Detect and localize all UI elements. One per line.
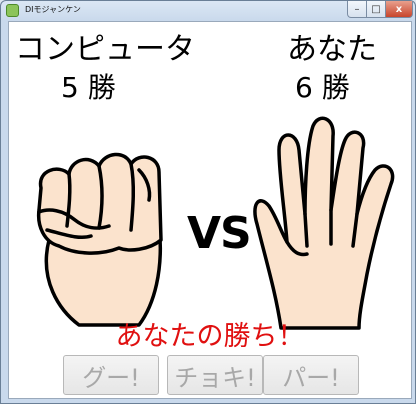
computer-rock-hand-icon [36, 152, 163, 327]
scissors-button[interactable]: チョキ! [167, 355, 263, 395]
maximize-button[interactable]: □ [366, 1, 386, 18]
close-button[interactable]: x [385, 1, 413, 18]
rock-button[interactable]: グー! [63, 355, 159, 395]
player-score: 6 勝 [295, 71, 350, 104]
app-icon [6, 4, 19, 17]
game-area: コンピュータ 5 勝 あなた 6 勝 VS あなたの勝ち！ グー! チョキ! パ… [8, 21, 412, 399]
result-message: あなたの勝ち！ [115, 321, 305, 352]
player-paper-hand-icon [253, 116, 395, 330]
minimize-button[interactable]: – [347, 1, 367, 18]
paper-button[interactable]: パー! [263, 355, 359, 395]
app-window: DIモジャンケン – □ x コンピュータ 5 勝 あなた 6 勝 VS あなた… [0, 0, 416, 404]
computer-score: 5 勝 [61, 71, 116, 104]
window-title: DIモジャンケン [25, 5, 81, 14]
computer-name: コンピュータ [15, 32, 195, 67]
title-bar[interactable]: DIモジャンケン – □ x [1, 1, 415, 21]
player-name: あなた [287, 32, 377, 67]
